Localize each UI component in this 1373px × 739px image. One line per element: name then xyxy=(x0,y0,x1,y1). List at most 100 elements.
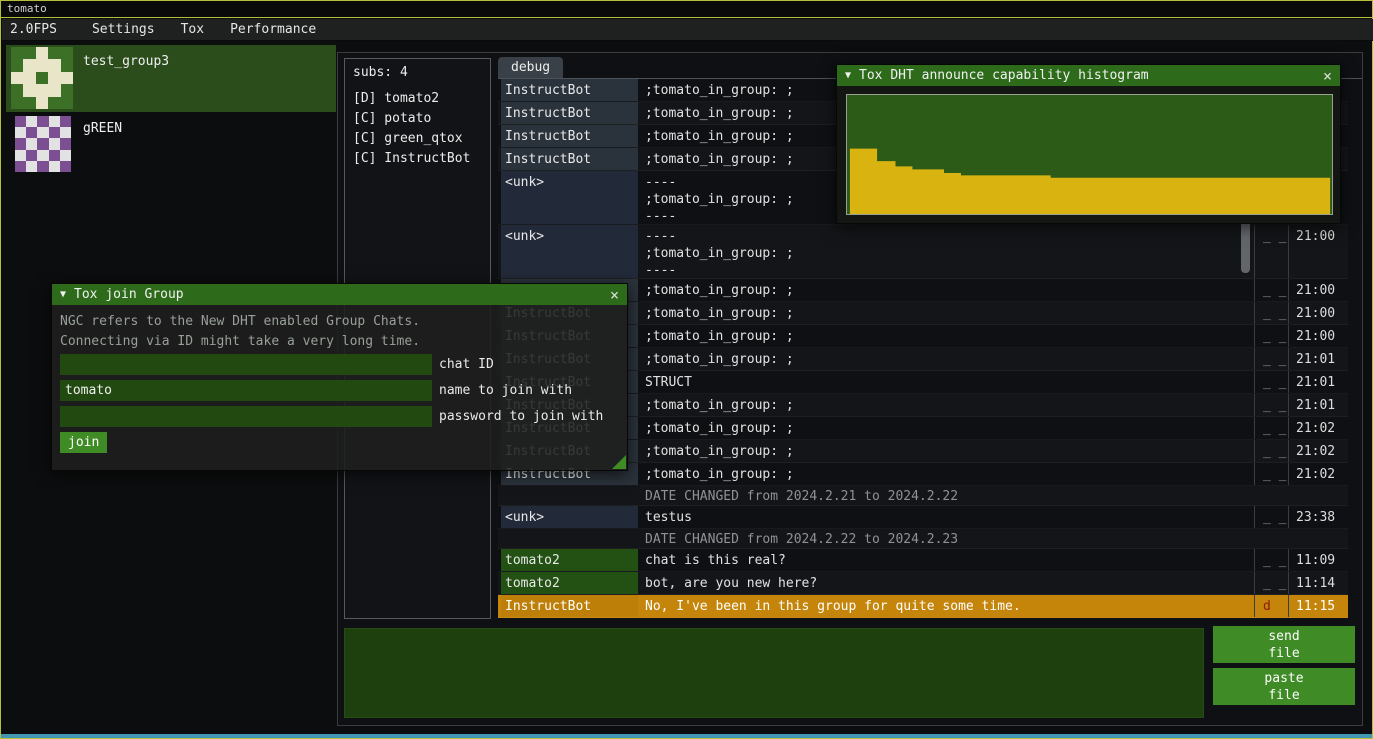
bottom-edge-strip xyxy=(1,734,1372,738)
message-time: 11:09 xyxy=(1288,549,1346,571)
message-text: ;tomato_in_group: ; xyxy=(641,325,1236,347)
menu-items: SettingsToxPerformance xyxy=(79,19,329,40)
message-sender[interactable]: InstructBot xyxy=(501,102,638,124)
member-item[interactable]: [C] potato xyxy=(353,109,490,129)
message-status-marks: _ _ xyxy=(1254,572,1288,594)
message-row: tomato2chat is this real? _ _11:09 xyxy=(498,549,1348,572)
message-text: ;tomato_in_group: ; xyxy=(641,463,1236,485)
message-status-marks: _ _ xyxy=(1254,225,1288,278)
histogram-window-title: Tox DHT announce capability histogram xyxy=(859,68,1149,83)
message-status-marks: _ _ xyxy=(1254,302,1288,324)
chat-id-label: chat ID xyxy=(439,357,494,372)
message-time: 21:01 xyxy=(1288,348,1346,370)
window-title: tomato xyxy=(7,2,47,15)
message-row: tomato2bot, are you new here? _ _11:14 xyxy=(498,572,1348,595)
message-row: <unk>---- ;tomato_in_group: ; ---- _ _21:… xyxy=(498,225,1348,279)
join-button[interactable]: join xyxy=(60,432,107,453)
message-status-marks: _ _ xyxy=(1254,506,1288,528)
compose-input[interactable] xyxy=(344,628,1204,718)
date-changed-text: DATE CHANGED from 2024.2.21 to 2024.2.22 xyxy=(641,486,958,505)
member-item[interactable]: [C] green_qtox xyxy=(353,129,490,149)
join-window-titlebar[interactable]: ▼ Tox join Group × xyxy=(52,284,627,305)
message-status-marks: _ _ xyxy=(1254,417,1288,439)
member-item[interactable]: [C] InstructBot xyxy=(353,149,490,169)
message-sender[interactable]: tomato2 xyxy=(501,549,638,571)
message-sender[interactable]: InstructBot xyxy=(501,148,638,170)
menu-item-performance[interactable]: Performance xyxy=(217,19,329,40)
app-window: tomato 2.0FPS SettingsToxPerformance tes… xyxy=(0,0,1373,739)
join-info-line: Connecting via ID might take a very long… xyxy=(60,334,420,349)
message-sender[interactable]: <unk> xyxy=(501,225,638,278)
menu-bar: 2.0FPS SettingsToxPerformance xyxy=(2,19,1373,41)
message-status-marks: _ _ xyxy=(1254,279,1288,301)
paste-file-button[interactable]: paste file xyxy=(1213,668,1355,705)
message-status-marks: _ _ xyxy=(1254,463,1288,485)
message-sender[interactable]: <unk> xyxy=(501,506,638,528)
close-icon[interactable]: × xyxy=(1323,67,1332,85)
message-text: ;tomato_in_group: ; xyxy=(641,417,1236,439)
sidebar-group-test-group3[interactable]: test_group3 xyxy=(6,45,336,112)
message-time: 21:01 xyxy=(1288,394,1346,416)
collapse-arrow-icon[interactable]: ▼ xyxy=(845,70,851,81)
histogram-plot[interactable] xyxy=(846,94,1333,215)
histogram-area-icon xyxy=(847,95,1332,214)
group-avatar-icon xyxy=(15,116,71,172)
fps-counter: 2.0FPS xyxy=(2,22,67,37)
collapse-arrow-icon[interactable]: ▼ xyxy=(60,289,66,300)
menu-item-settings[interactable]: Settings xyxy=(79,19,168,40)
message-text: No, I've been in this group for quite so… xyxy=(641,595,1236,617)
message-time: 21:00 xyxy=(1288,225,1346,278)
histogram-window: ▼ Tox DHT announce capability histogram … xyxy=(836,64,1341,224)
message-time: 21:00 xyxy=(1288,302,1346,324)
message-row: <unk>testus _ _23:38 xyxy=(498,506,1348,529)
join-window-title: Tox join Group xyxy=(74,287,184,302)
message-sender[interactable]: <unk> xyxy=(501,171,638,224)
message-text: ;tomato_in_group: ; xyxy=(641,279,1236,301)
message-text: testus xyxy=(641,506,1236,528)
message-time: 11:15 xyxy=(1288,595,1346,617)
tab-debug[interactable]: debug xyxy=(498,57,563,78)
message-time: 21:01 xyxy=(1288,371,1346,393)
join-password-label: password to join with xyxy=(439,409,603,424)
message-row: InstructBotNo, I've been in this group f… xyxy=(498,595,1348,618)
chat-id-input[interactable] xyxy=(60,354,432,375)
group-avatar-icon xyxy=(11,47,73,109)
message-status-marks: _ _ xyxy=(1254,549,1288,571)
message-status-marks: _ _ xyxy=(1254,394,1288,416)
message-status-marks: _ _ xyxy=(1254,348,1288,370)
message-text: chat is this real? xyxy=(641,549,1236,571)
message-time: 11:14 xyxy=(1288,572,1346,594)
message-time: 21:02 xyxy=(1288,417,1346,439)
date-separator-row: DATE CHANGED from 2024.2.22 to 2024.2.23 xyxy=(498,529,1348,549)
date-separator-row: DATE CHANGED from 2024.2.21 to 2024.2.22 xyxy=(498,486,1348,506)
message-time: 21:00 xyxy=(1288,325,1346,347)
message-sender[interactable]: tomato2 xyxy=(501,572,638,594)
message-sender[interactable]: InstructBot xyxy=(501,125,638,147)
message-text: ;tomato_in_group: ; xyxy=(641,440,1236,462)
message-status-marks: _ _ xyxy=(1254,325,1288,347)
message-text: ;tomato_in_group: ; xyxy=(641,348,1236,370)
histogram-window-titlebar[interactable]: ▼ Tox DHT announce capability histogram … xyxy=(837,65,1340,86)
close-icon[interactable]: × xyxy=(610,286,619,304)
message-time: 21:02 xyxy=(1288,463,1346,485)
resize-grip-icon[interactable] xyxy=(612,455,626,469)
message-sender[interactable]: InstructBot xyxy=(501,595,638,617)
message-text: ---- ;tomato_in_group: ; ---- xyxy=(641,225,1236,278)
message-text: bot, are you new here? xyxy=(641,572,1236,594)
join-password-input[interactable] xyxy=(60,406,432,427)
message-text: ;tomato_in_group: ; xyxy=(641,394,1236,416)
message-text: ;tomato_in_group: ; xyxy=(641,302,1236,324)
member-list: [D] tomato2[C] potato[C] green_qtox[C] I… xyxy=(353,89,490,169)
join-name-label: name to join with xyxy=(439,383,572,398)
menu-item-tox[interactable]: Tox xyxy=(168,19,217,40)
sidebar-group-green[interactable]: gREEN xyxy=(6,114,336,174)
member-item[interactable]: [D] tomato2 xyxy=(353,89,490,109)
scrollbar-thumb[interactable] xyxy=(1241,219,1250,273)
send-file-button[interactable]: send file xyxy=(1213,626,1355,663)
message-text: STRUCT xyxy=(641,371,1236,393)
message-status-marks: _ _ xyxy=(1254,440,1288,462)
subs-count: subs: 4 xyxy=(353,65,490,80)
message-time: 23:38 xyxy=(1288,506,1346,528)
join-name-input[interactable] xyxy=(60,380,432,401)
message-sender[interactable]: InstructBot xyxy=(501,79,638,101)
